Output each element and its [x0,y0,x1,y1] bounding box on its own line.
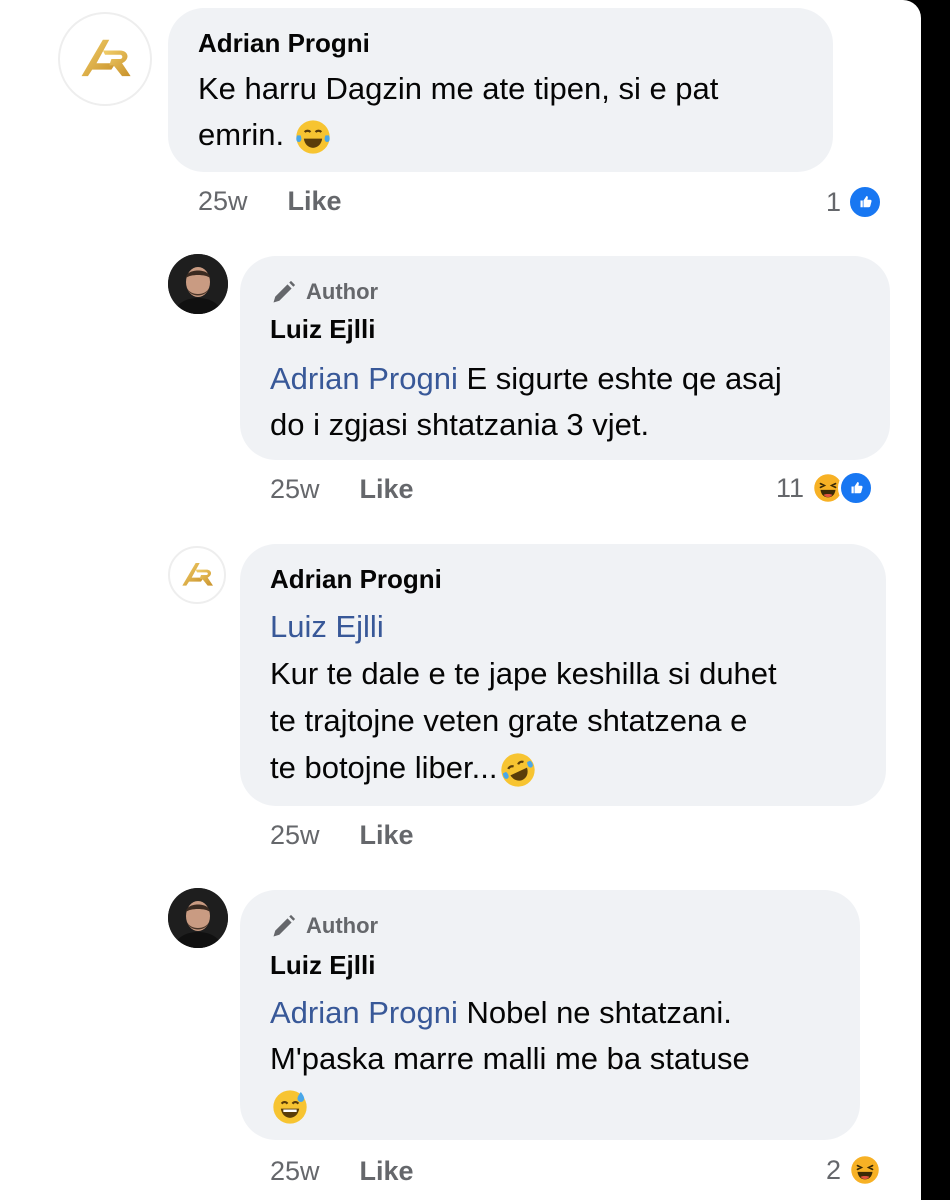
profile-photo-icon [168,888,228,948]
reaction-icons [847,184,884,220]
brand-logo-icon [177,555,217,595]
comment-text-fragment: emrin. [198,117,285,152]
haha-icon [847,1152,884,1188]
comment-author-name[interactable]: Luiz Ejlli [270,950,375,981]
mention-link[interactable]: Adrian Progni [270,361,458,396]
grinning-face-with-sweat-icon [273,1090,307,1124]
author-badge: Author [270,278,378,306]
reaction-icons [810,470,875,506]
reaction-count: 2 [826,1154,842,1185]
comment-text-line: Adrian Progni Nobel ne shtatzani. [270,990,732,1036]
comment-text-line: M'paska marre malli me ba statuse [270,1041,750,1076]
mention-link[interactable]: Adrian Progni [270,995,458,1030]
comment-text-line: Luiz Ejlli [270,604,384,650]
comments-panel: Adrian Progni Ke harru Dagzin me ate tip… [0,0,921,1200]
brand-logo-icon [73,27,137,91]
comment-text-line [270,1082,310,1128]
comment-timestamp[interactable]: 25w [270,1156,320,1187]
reaction-count: 11 [776,472,805,503]
profile-photo-icon [168,254,228,314]
comment-text-line: Ke harru Dagzin me ate tipen, si e pat [198,71,719,106]
like-button[interactable]: Like [288,186,342,217]
comment-meta: 25w Like [198,186,342,217]
face-with-tears-of-joy-icon [296,120,330,154]
comment-text-line: Kur te dale e te jape keshilla si duhet [270,656,777,691]
comment-author-name[interactable]: Luiz Ejlli [270,314,375,345]
comment-text-line: te trajtojne veten grate shtatzena e [270,703,748,738]
comment-author-name[interactable]: Adrian Progni [198,28,370,59]
reaction-count: 1 [826,186,842,217]
pencil-icon [270,278,298,306]
like-button[interactable]: Like [360,474,414,505]
author-badge: Author [270,912,378,940]
avatar-luiz-ejlli[interactable] [168,888,228,948]
like-button[interactable]: Like [360,1156,414,1187]
comment-text-line: do i zgjasi shtatzania 3 vjet. [270,407,650,442]
mention-link[interactable]: Luiz Ejlli [270,609,384,644]
comment-timestamp[interactable]: 25w [198,186,248,217]
comment-text-line: emrin. [198,112,333,158]
avatar-adrian-progni[interactable] [58,12,152,106]
rolling-on-the-floor-laughing-icon [500,753,535,787]
comment-timestamp[interactable]: 25w [270,474,320,505]
avatar-luiz-ejlli[interactable] [168,254,228,314]
reaction-summary[interactable]: 11 [776,470,875,506]
comment-meta: 25w Like [270,820,414,851]
pencil-icon [270,912,298,940]
like-icon [847,184,884,220]
avatar-adrian-progni[interactable] [168,546,226,604]
reaction-summary[interactable]: 1 [826,184,884,220]
reaction-icons [847,1152,884,1188]
author-badge-label: Author [306,913,379,938]
comment-text-line: Adrian Progni E sigurte eshte qe asaj [270,356,782,402]
comment-text-line: te botojne liber... [270,745,538,791]
like-icon [838,470,875,506]
comment-text-fragment: te botojne liber... [270,750,498,785]
comment-meta: 25w Like [270,1156,414,1187]
reaction-summary[interactable]: 2 [826,1152,884,1188]
comment-text-fragment: E sigurte eshte qe asaj [457,361,782,396]
comment-meta: 25w Like [270,474,414,505]
like-button[interactable]: Like [360,820,414,851]
author-badge-label: Author [306,279,379,304]
comment-text-fragment: Nobel ne shtatzani. [457,995,732,1030]
comment-timestamp[interactable]: 25w [270,820,320,851]
comment-author-name[interactable]: Adrian Progni [270,564,442,595]
